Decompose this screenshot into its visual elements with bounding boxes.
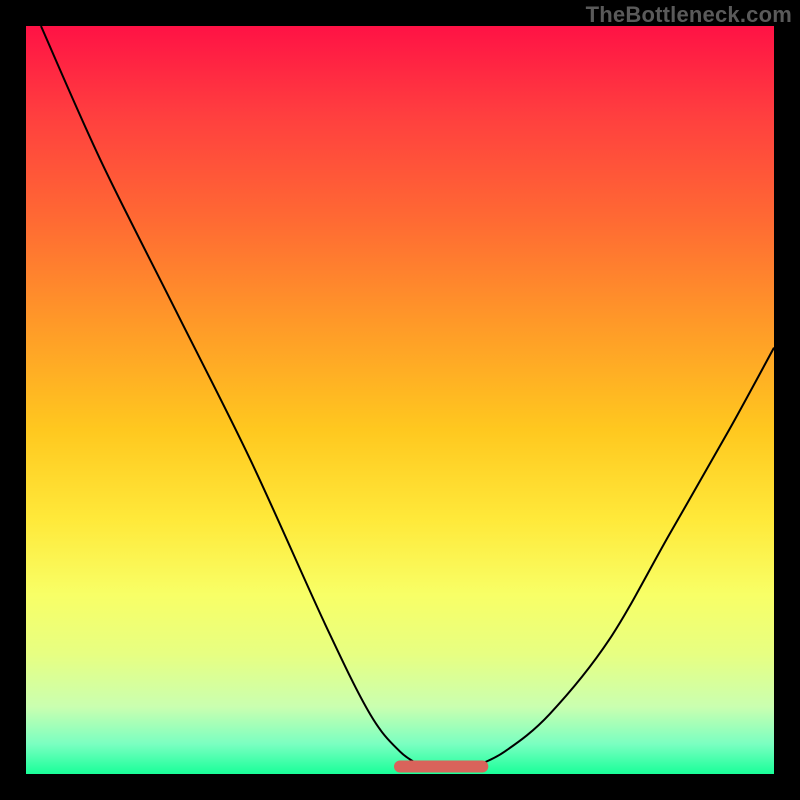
right-curve-line: [475, 348, 774, 767]
watermark-text: TheBottleneck.com: [586, 2, 792, 28]
chart-frame: TheBottleneck.com: [0, 0, 800, 800]
left-curve-line: [41, 26, 422, 767]
chart-svg: [26, 26, 774, 774]
plot-area: [26, 26, 774, 774]
